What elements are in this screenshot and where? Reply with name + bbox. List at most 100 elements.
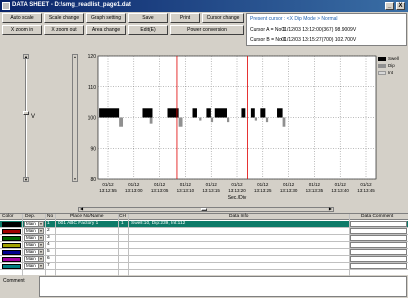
row-comment-field[interactable] xyxy=(350,235,407,241)
row-comment-field[interactable] xyxy=(350,221,407,227)
row-no: 5 xyxy=(47,249,50,254)
dep-select[interactable]: Main ▼ xyxy=(24,256,44,262)
dropdown-arrow-icon[interactable]: ▼ xyxy=(38,250,43,254)
dep-select[interactable]: Main ▼ xyxy=(24,249,44,255)
event-bar-swell xyxy=(241,108,246,118)
x-zoom-in-button[interactable]: X zoom in xyxy=(2,25,42,35)
table-row[interactable]: Main ▼ 4 xyxy=(0,242,408,249)
table-row[interactable]: Main ▼ 2 xyxy=(0,228,408,235)
dropdown-arrow-icon[interactable]: ▼ xyxy=(38,257,43,261)
row-data-info: Swell:10, Dip:239, Int:112 xyxy=(131,221,186,226)
edit-button[interactable]: Edit(E) xyxy=(128,25,168,35)
auto-scale-button[interactable]: Auto scale xyxy=(2,13,42,23)
row-no: 2 xyxy=(47,228,50,233)
graph-setting-button[interactable]: Graph setting xyxy=(86,13,126,23)
row-place: 001 ABC Factory 1 xyxy=(58,221,99,226)
dep-select[interactable]: Main ▼ xyxy=(24,263,44,269)
x-scrollbar[interactable]: ◀ ▶ xyxy=(78,207,334,212)
dep-value: Main xyxy=(26,221,36,226)
slider-down-arrow-icon[interactable]: ▼ xyxy=(23,177,29,182)
table-row[interactable]: Main ▼ 3 xyxy=(0,235,408,242)
dep-value: Main xyxy=(26,263,36,268)
grid-divider xyxy=(128,214,129,276)
print-button[interactable]: Print xyxy=(170,13,200,23)
y-scroll-down-icon[interactable]: ▼ xyxy=(73,177,77,181)
dep-select[interactable]: Main ▼ xyxy=(24,235,44,241)
dep-value: Main xyxy=(26,235,36,240)
dropdown-arrow-icon[interactable]: ▼ xyxy=(38,222,43,226)
dropdown-arrow-icon[interactable]: ▼ xyxy=(38,236,43,240)
slider-thumb[interactable] xyxy=(23,111,29,115)
area-change-button[interactable]: Area change xyxy=(86,25,126,35)
event-bar-dip xyxy=(149,117,153,124)
legend-swatch-dip xyxy=(378,64,386,68)
comment-area: Comment xyxy=(0,275,408,298)
dep-select[interactable]: Main ▼ xyxy=(24,221,44,227)
row-comment-field[interactable] xyxy=(350,242,407,248)
x-scroll-right-icon[interactable]: ▶ xyxy=(329,207,332,211)
x-tick-time: 13:13:30 xyxy=(280,188,298,193)
dep-value: Main xyxy=(26,256,36,261)
row-no: 1 xyxy=(47,221,50,226)
row-comment-field[interactable] xyxy=(350,249,407,255)
close-button[interactable]: X xyxy=(396,2,405,10)
row-color-swatch[interactable] xyxy=(2,229,21,234)
row-color-swatch[interactable] xyxy=(2,243,21,248)
table-row[interactable]: Main ▼ 5 xyxy=(0,249,408,256)
dep-value: Main xyxy=(26,228,36,233)
row-color-swatch[interactable] xyxy=(2,236,21,241)
x-tick-time: 13:13:40 xyxy=(331,188,349,193)
row-comment-field[interactable] xyxy=(350,263,407,269)
x-tick-time: 13:13:35 xyxy=(306,188,324,193)
cursor-change-button[interactable]: Cursor change xyxy=(202,13,244,23)
row-color-swatch[interactable] xyxy=(2,257,21,262)
y-tick-label: 110 xyxy=(88,85,96,91)
event-bar-swell xyxy=(260,108,266,118)
data-grid: Color Dep. No Place No/Name CH Data Info… xyxy=(0,213,408,276)
event-bar-dip xyxy=(199,117,202,121)
x-tick-date: 01/12 xyxy=(257,182,269,187)
x-zoom-out-button[interactable]: X zoom out xyxy=(44,25,84,35)
table-row[interactable]: Main ▼ 6 xyxy=(0,256,408,263)
dropdown-arrow-icon[interactable]: ▼ xyxy=(38,229,43,233)
x-scroll-left-icon[interactable]: ◀ xyxy=(80,207,83,211)
table-row[interactable]: Main ▼ 7 xyxy=(0,263,408,270)
x-tick-date: 01/12 xyxy=(231,182,243,187)
y-tick-label: 80 xyxy=(90,177,96,183)
dropdown-arrow-icon[interactable]: ▼ xyxy=(38,243,43,247)
x-scroll-thumb[interactable] xyxy=(201,208,207,211)
dep-select[interactable]: Main ▼ xyxy=(24,228,44,234)
x-tick-time: 13:12:55 xyxy=(99,188,117,193)
event-bar-swell xyxy=(192,108,197,118)
dep-select[interactable]: Main ▼ xyxy=(24,242,44,248)
row-comment-field[interactable] xyxy=(350,228,407,234)
power-conversion-button[interactable]: Power conversion xyxy=(170,25,244,35)
grid-divider xyxy=(118,214,119,276)
voltage-slider[interactable]: ▲ ▼ xyxy=(23,54,29,182)
row-color-swatch[interactable] xyxy=(2,264,21,269)
row-color-swatch[interactable] xyxy=(2,250,21,255)
scale-change-button[interactable]: Scale change xyxy=(44,13,84,23)
row-comment-field[interactable] xyxy=(350,256,407,262)
dep-value: Main xyxy=(26,249,36,254)
row-ch: 1 xyxy=(121,221,124,226)
comment-field[interactable] xyxy=(39,276,407,297)
x-tick-time: 13:13:05 xyxy=(151,188,169,193)
x-tick-time: 13:13:00 xyxy=(125,188,143,193)
y-scroll-up-icon[interactable]: ▲ xyxy=(73,55,77,59)
cursor-a-label: Cursor A = No 1 xyxy=(250,27,286,33)
save-button[interactable]: Save xyxy=(128,13,168,23)
table-row[interactable]: Main ▼ 1 001 ABC Factory 1 1 Swell:10, Dip:23… xyxy=(0,221,408,228)
event-bar-dip xyxy=(210,117,214,123)
x-tick-date: 01/12 xyxy=(360,182,372,187)
legend-label-dip: Dip xyxy=(388,63,395,68)
cursor-a-value: 01/12/03 13:12:00(367) 98.9009V xyxy=(281,27,357,33)
dropdown-arrow-icon[interactable]: ▼ xyxy=(38,264,43,268)
minimize-button[interactable]: _ xyxy=(385,2,394,10)
col-header-info: Data Info xyxy=(229,214,249,219)
cursor-b-label: Cursor B = No 1 xyxy=(250,37,286,43)
x-tick-time: 13:13:10 xyxy=(177,188,195,193)
x-tick-time: 13:13:15 xyxy=(202,188,220,193)
row-color-swatch[interactable] xyxy=(2,222,21,227)
voltage-event-chart[interactable]: 809010011012001/1213:12:5501/1213:13:000… xyxy=(78,54,378,207)
